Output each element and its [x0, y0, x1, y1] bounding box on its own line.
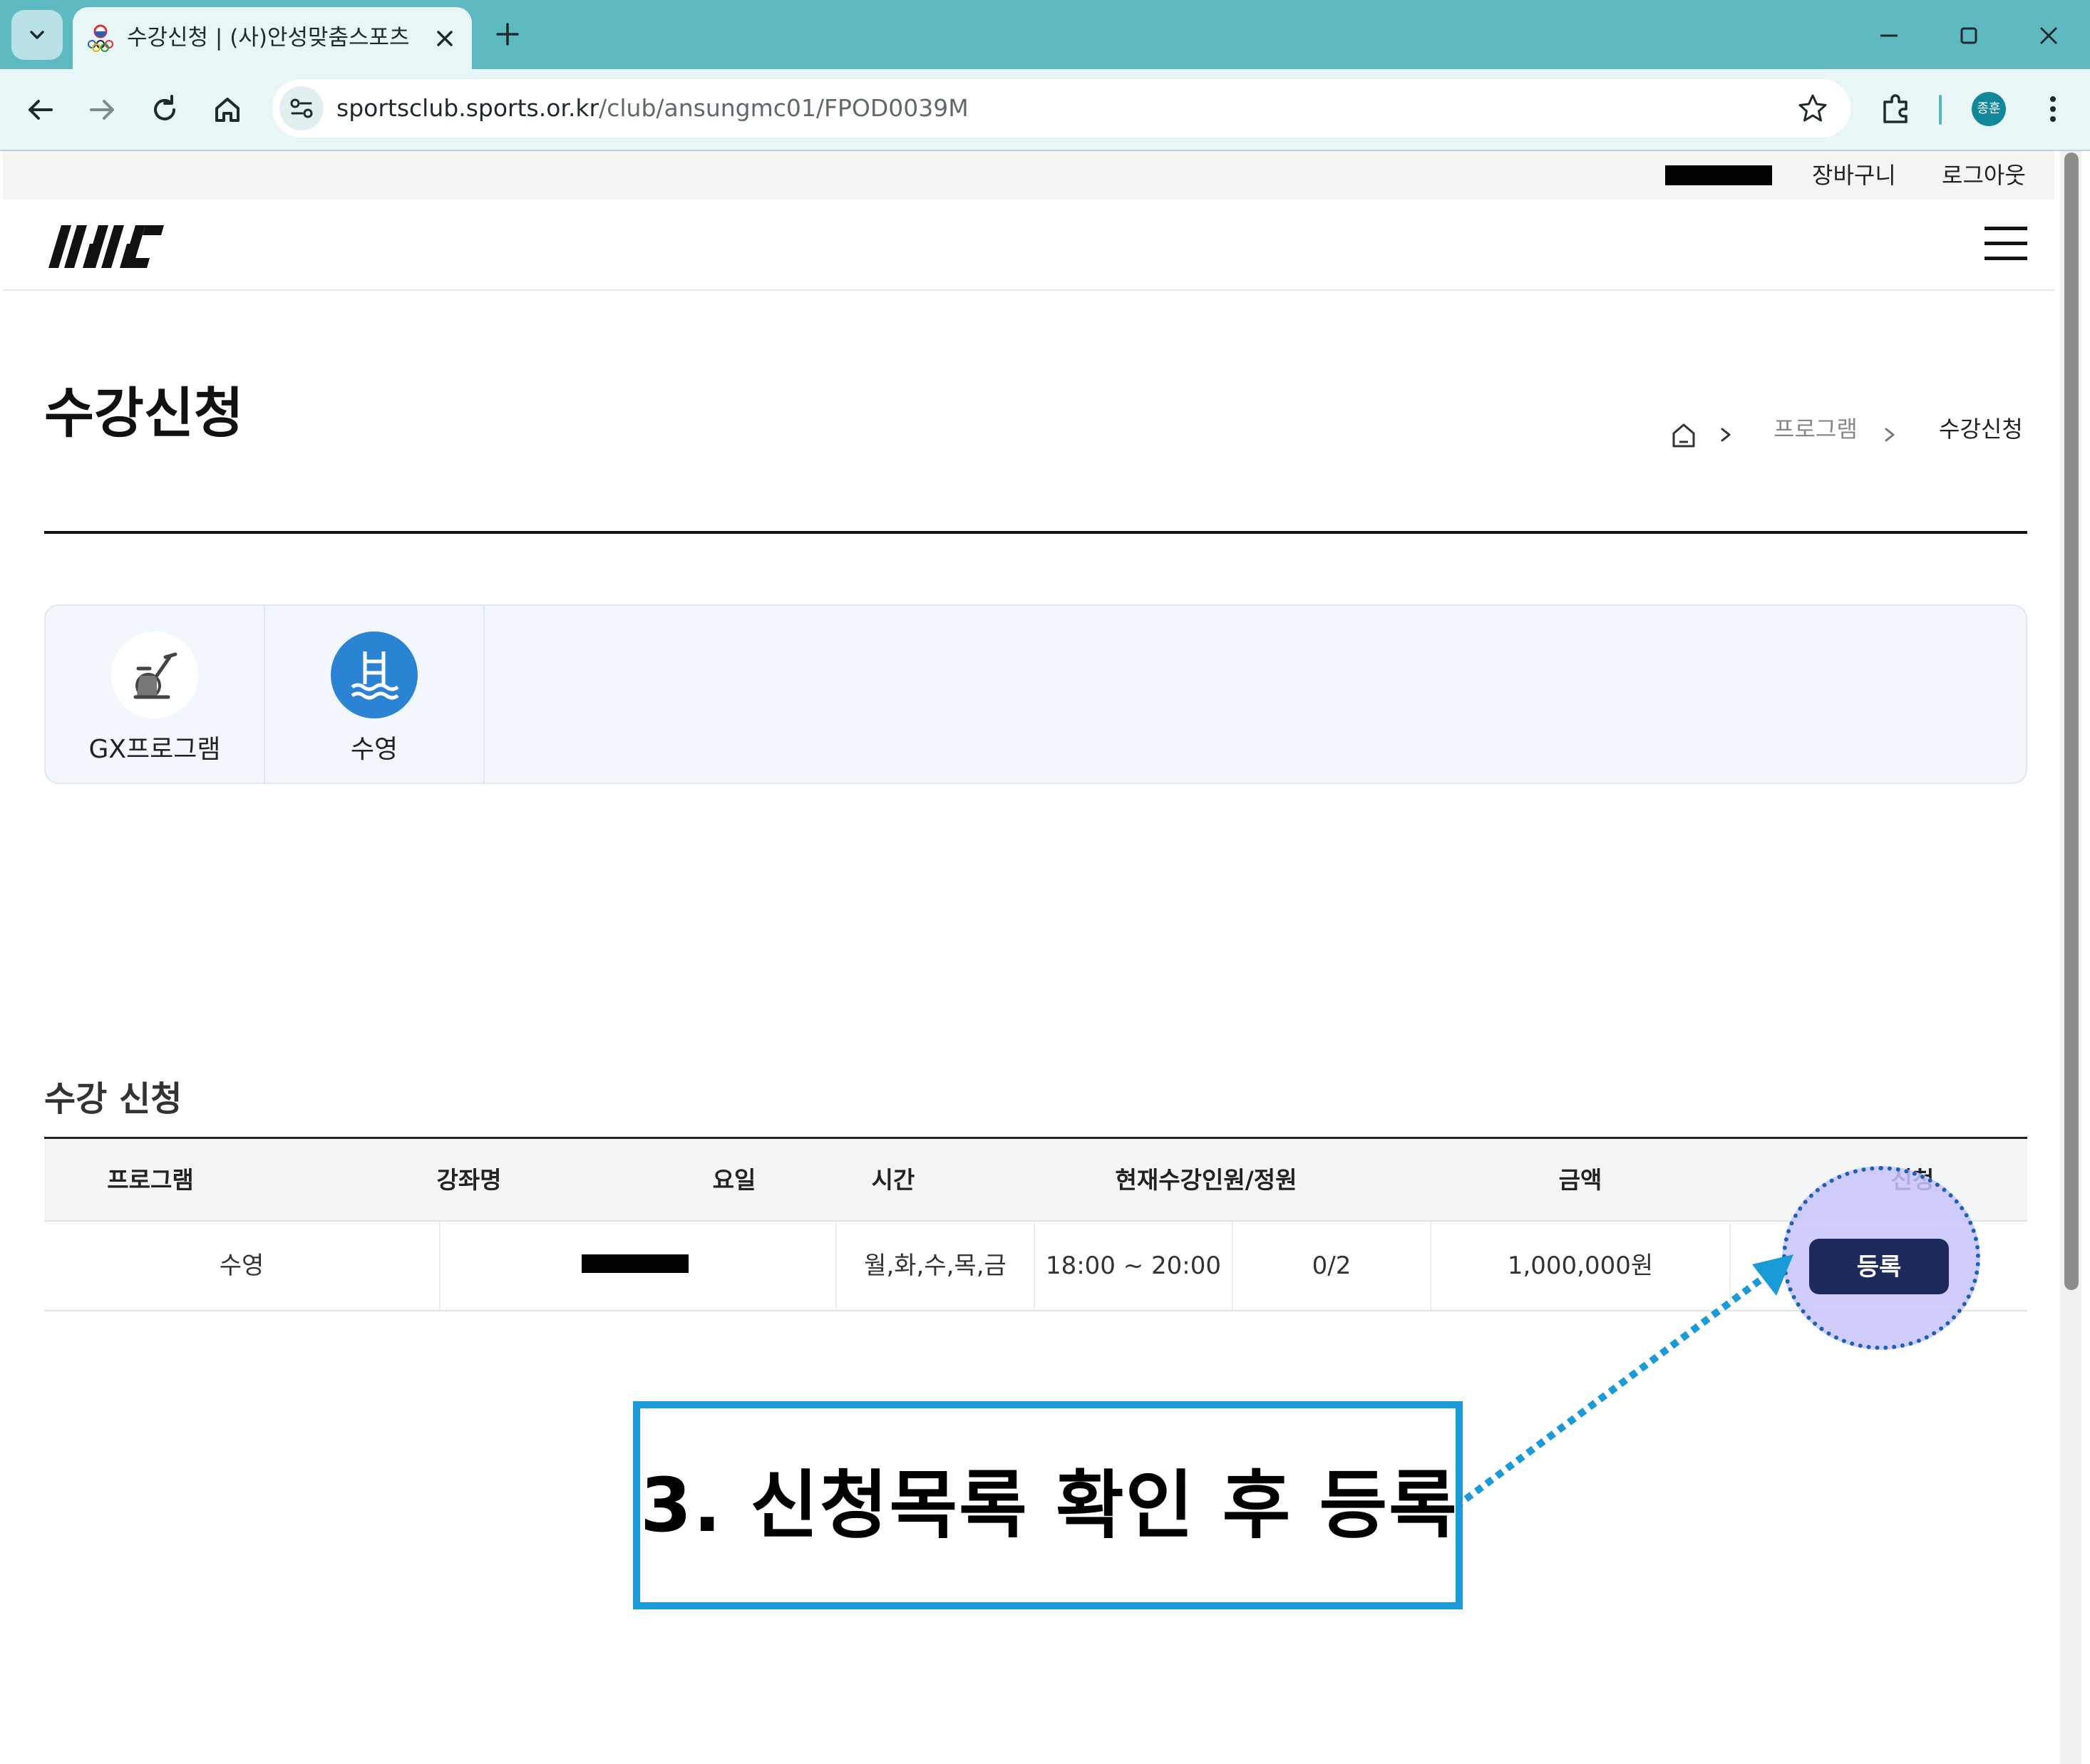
back-arrow-icon[interactable] — [21, 91, 60, 129]
club-logo[interactable] — [46, 220, 167, 274]
logout-link[interactable]: 로그아웃 — [1942, 151, 2026, 200]
breadcrumb-current: 수강신청 — [1939, 416, 2023, 443]
profile-avatar[interactable]: 종훈 — [1972, 92, 2006, 126]
td-course — [441, 1222, 837, 1310]
td-days: 월,화,수,목,금 — [837, 1222, 1035, 1310]
breadcrumb-chevron-icon — [1885, 428, 1895, 442]
th-course: 강좌명 — [436, 1166, 502, 1194]
swimming-pool-icon — [331, 631, 418, 718]
site-info-button[interactable] — [279, 86, 324, 130]
exercise-bike-icon — [111, 631, 198, 718]
register-button[interactable]: 등록 — [1809, 1239, 1949, 1294]
url-host: sportsclub.sports.or.kr — [336, 94, 599, 122]
redacted-course-name — [582, 1254, 689, 1273]
address-bar[interactable]: sportsclub.sports.or.kr/club/ansungmc01/… — [272, 79, 1850, 138]
extensions-puzzle-icon[interactable] — [1876, 89, 1916, 129]
category-label: GX프로그램 — [88, 735, 221, 764]
td-enrollment: 0/2 — [1233, 1222, 1431, 1310]
breadcrumb-program[interactable]: 프로그램 — [1774, 418, 1858, 440]
title-divider — [44, 531, 2027, 534]
th-price: 금액 — [1558, 1166, 1602, 1194]
url-path: /club/ansungmc01/FPOD0039M — [599, 94, 969, 122]
redacted-username — [1665, 165, 1772, 185]
url-text: sportsclub.sports.or.kr/club/ansungmc01/… — [336, 79, 969, 138]
minimize-icon[interactable] — [1873, 20, 1905, 51]
toolbar-separator — [1939, 95, 1942, 125]
th-enrollment: 현재수강인원/정원 — [1115, 1166, 1297, 1194]
pointer-arrow — [1453, 1254, 1793, 1510]
tune-icon — [290, 98, 313, 118]
hamburger-menu-icon[interactable] — [1983, 224, 2029, 264]
th-program: 프로그램 — [107, 1166, 194, 1194]
maximize-icon[interactable] — [1953, 20, 1985, 51]
web-page: 장바구니 로그아웃 수강신청 프로그램 수강신청 GX프로그램 수영 수강 신청… — [3, 151, 2054, 1764]
site-header — [3, 200, 2054, 291]
category-tabs: GX프로그램 수영 — [44, 604, 2027, 784]
bookmark-star-icon[interactable] — [1796, 92, 1829, 125]
table-header: 프로그램 강좌명 요일 시간 현재수강인원/정원 금액 신청 — [44, 1139, 2027, 1222]
browser-toolbar: sportsclub.sports.or.kr/club/ansungmc01/… — [0, 69, 2090, 151]
tab-title: 수강신청 | (사)안성맞춤스포츠 — [127, 25, 410, 51]
td-time: 18:00 ~ 20:00 — [1035, 1222, 1233, 1310]
scrollbar-thumb[interactable] — [2064, 153, 2079, 1290]
breadcrumb-home-icon[interactable] — [1669, 419, 1698, 450]
tab-search-button[interactable] — [11, 10, 63, 60]
reload-icon[interactable] — [145, 91, 184, 129]
page-title: 수강신청 — [44, 381, 244, 445]
browser-tab-active[interactable]: 수강신청 | (사)안성맞춤스포츠 — [73, 7, 472, 69]
close-window-icon[interactable] — [2033, 20, 2064, 51]
home-icon[interactable] — [208, 91, 247, 129]
site-favicon-icon — [88, 24, 113, 52]
cart-link[interactable]: 장바구니 — [1812, 151, 1896, 200]
section-title: 수강 신청 — [44, 1079, 182, 1119]
callout-text: 3. 신청목록 확인 후 등록 — [640, 1462, 1458, 1549]
new-tab-icon[interactable] — [492, 19, 523, 50]
td-program: 수영 — [44, 1222, 441, 1310]
breadcrumb-chevron-icon — [1721, 428, 1731, 442]
category-swimming[interactable]: 수영 — [265, 606, 485, 783]
utility-bar: 장바구니 로그아웃 — [3, 151, 2054, 200]
close-tab-icon[interactable] — [429, 23, 460, 54]
browser-titlebar: 수강신청 | (사)안성맞춤스포츠 — [0, 0, 2090, 69]
forward-arrow-icon[interactable] — [83, 91, 121, 129]
more-menu-icon[interactable] — [2040, 89, 2066, 129]
category-label: 수영 — [350, 735, 398, 764]
instruction-callout: 3. 신청목록 확인 후 등록 — [633, 1401, 1463, 1609]
category-gx-program[interactable]: GX프로그램 — [46, 606, 265, 783]
th-time: 시간 — [871, 1166, 915, 1194]
th-days: 요일 — [712, 1166, 756, 1194]
chevron-down-icon — [30, 31, 44, 39]
